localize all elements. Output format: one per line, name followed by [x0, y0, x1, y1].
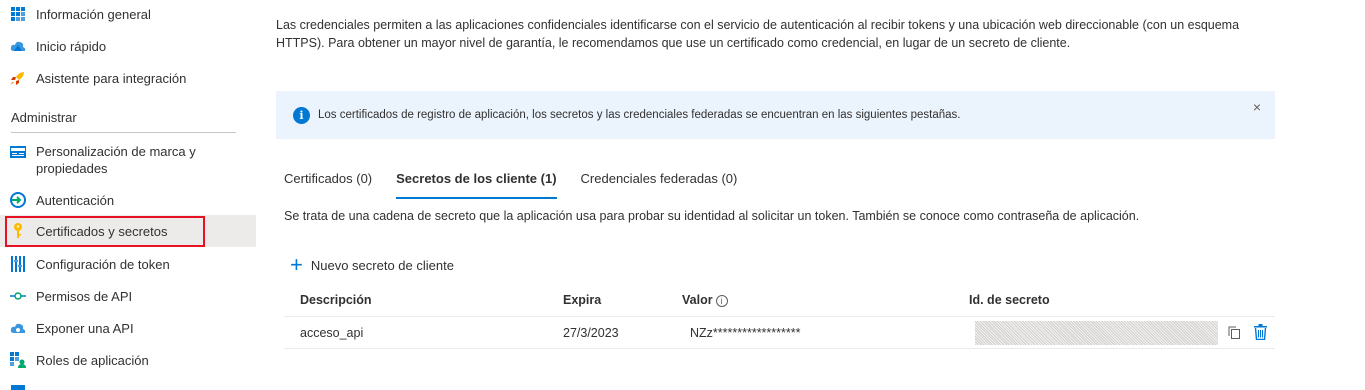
token-bars-icon: [10, 256, 26, 272]
sidebar-item-branding[interactable]: Personalización de marca y propiedades: [0, 142, 256, 178]
sidebar: Información general Inicio rápido Asiste…: [0, 0, 256, 390]
trash-icon[interactable]: [1254, 324, 1267, 343]
close-icon[interactable]: ×: [1253, 99, 1261, 115]
sidebar-item-expose-api[interactable]: Exponer una API: [0, 312, 256, 344]
header-description[interactable]: Descripción: [284, 293, 563, 307]
api-permissions-icon: [10, 288, 26, 304]
partial-icon: [10, 384, 26, 390]
sidebar-item-partial[interactable]: [0, 376, 256, 390]
new-client-secret-button[interactable]: + Nuevo secreto de cliente: [290, 252, 454, 277]
info-circle-icon[interactable]: i: [715, 295, 728, 307]
sidebar-item-label: Permisos de API: [36, 288, 133, 304]
header-value-label: Valor: [682, 293, 713, 307]
cell-value: NZz******************: [690, 325, 801, 340]
banner-text: Los certificados de registro de aplicaci…: [318, 109, 961, 121]
secrets-table: Descripción Expira Valor i Id. de secreto…: [284, 284, 1275, 349]
cell-expires: 27/3/2023: [563, 325, 619, 340]
sidebar-item-authentication[interactable]: Autenticación: [0, 184, 256, 216]
tab-federated-credentials[interactable]: Credenciales federadas (0): [581, 168, 738, 196]
credentials-tabs: Certificados (0) Secretos de los cliente…: [284, 168, 761, 199]
header-secret-id[interactable]: Id. de secreto: [969, 293, 1275, 307]
sidebar-item-app-roles[interactable]: Roles de aplicación: [0, 344, 256, 376]
sidebar-item-label: Personalización de marca y propiedades: [36, 144, 196, 176]
sidebar-item-label: Inicio rápido: [36, 38, 107, 54]
sidebar-item-quickstart[interactable]: Inicio rápido: [0, 30, 256, 62]
sidebar-divider: [11, 132, 236, 133]
intro-text: Las credenciales permiten a las aplicaci…: [276, 18, 1240, 50]
tab-certificates[interactable]: Certificados (0): [284, 168, 372, 196]
sidebar-item-label: Configuración de token: [36, 256, 170, 272]
sidebar-item-api-permissions[interactable]: Permisos de API: [0, 280, 256, 312]
cloud-icon: [10, 38, 26, 54]
cell-description: acceso_api: [300, 325, 364, 340]
info-banner: i Los certificados de registro de aplica…: [276, 91, 1275, 139]
info-icon: i: [293, 106, 310, 124]
masked-secret-id: [975, 321, 1218, 345]
plus-icon: +: [290, 252, 303, 277]
sidebar-item-overview[interactable]: Información general: [0, 0, 256, 30]
selection-highlight: [5, 216, 205, 247]
tab-description: Se trata de una cadena de secreto que la…: [284, 209, 1140, 223]
copy-icon[interactable]: [1228, 326, 1240, 342]
tab-client-secrets[interactable]: Secretos de los cliente (1): [396, 168, 557, 199]
sidebar-item-label: Información general: [36, 6, 151, 22]
authentication-icon: [10, 192, 26, 208]
sidebar-item-token-config[interactable]: Configuración de token: [0, 248, 256, 280]
sidebar-section-title: Administrar: [11, 110, 77, 125]
header-value[interactable]: Valor i: [682, 293, 969, 307]
rocket-icon: [10, 70, 26, 86]
branding-icon: [10, 144, 26, 160]
sidebar-item-certificates-secrets[interactable]: Certificados y secretos: [0, 215, 256, 247]
app-roles-icon: [10, 352, 26, 368]
sidebar-item-label: Exponer una API: [36, 320, 134, 336]
sidebar-item-integration-assistant[interactable]: Asistente para integración: [0, 62, 256, 94]
sidebar-item-label: Asistente para integración: [36, 70, 187, 86]
table-row: acceso_api 27/3/2023 NZz****************…: [284, 317, 1275, 349]
grid-icon: [10, 6, 26, 22]
sidebar-item-label: Roles de aplicación: [36, 352, 149, 368]
new-secret-label: Nuevo secreto de cliente: [310, 257, 454, 273]
sidebar-item-label: Autenticación: [36, 192, 115, 208]
cloud-api-icon: [10, 320, 26, 336]
table-header: Descripción Expira Valor i Id. de secreto: [284, 284, 1275, 317]
header-expires[interactable]: Expira: [563, 293, 682, 307]
